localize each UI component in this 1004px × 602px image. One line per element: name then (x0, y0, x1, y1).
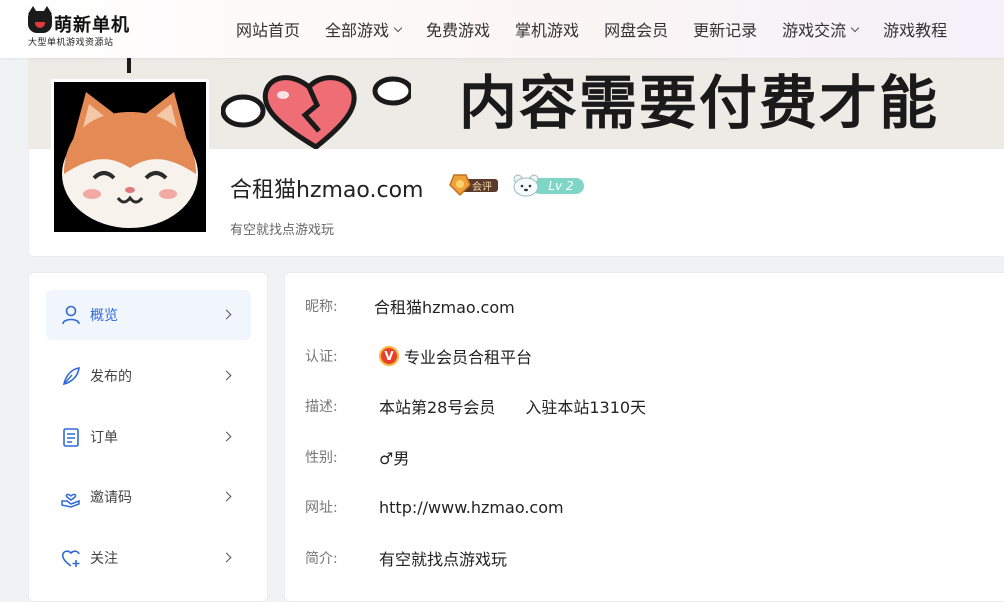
document-icon (60, 426, 82, 448)
member-number: 本站第28号会员 (379, 398, 496, 417)
sidebar-item-label: 概览 (90, 308, 118, 324)
feather-icon (60, 365, 82, 387)
nav-label: 掌机游戏 (515, 21, 580, 40)
sidebar-item-overview[interactable]: 概览 (46, 290, 251, 340)
profile-info-panel: 昵称: 合租猫hzmao.com 认证: V 专业会员合租平台 描述: 本站第2… (284, 272, 1004, 602)
info-row-bio: 简介: 有空就找点游戏玩 (305, 546, 507, 570)
certification-text: 专业会员合租平台 (404, 348, 533, 367)
site-logo[interactable]: 萌新单机 大型单机游戏资源站 (26, 6, 130, 49)
nav-label: 免费游戏 (426, 21, 491, 40)
banner-text: 内容需要付费才能 (459, 69, 940, 137)
info-row-gender: 性别: ♂男 (305, 445, 409, 469)
sidebar-item-orders[interactable]: 订单 (46, 412, 251, 462)
nav-item-changelog[interactable]: 更新记录 (693, 0, 757, 58)
nav-item-home[interactable]: 网站首页 (236, 0, 300, 58)
info-label: 简介: (305, 551, 338, 567)
info-label: 描述: (305, 399, 338, 415)
user-badges: 会评 Lv 2 (442, 173, 584, 197)
info-label: 昵称: (305, 299, 338, 315)
nav-label: 全部游戏 (325, 21, 390, 40)
level-badge[interactable]: Lv 2 (512, 173, 584, 197)
info-row-description: 描述: 本站第28号会员 入驻本站1310天 (305, 394, 646, 418)
chevron-down-icon (850, 23, 860, 32)
sidebar-item-label: 发布的 (90, 369, 132, 385)
info-row-nickname: 昵称: 合租猫hzmao.com (305, 294, 515, 318)
nickname-value: 合租猫hzmao.com (374, 298, 515, 317)
chevron-down-icon (393, 23, 403, 32)
info-label: 认证: (305, 349, 338, 365)
join-duration: 入驻本站1310天 (525, 398, 647, 417)
profile-username: 合租猫hzmao.com (230, 178, 424, 203)
cat-avatar-image (54, 82, 206, 232)
profile-sidebar: 概览 发布的 订单 邀请码 关注 (28, 272, 268, 602)
info-label: 性别: (305, 450, 338, 466)
verified-badge-icon: V (379, 346, 399, 366)
chevron-right-icon (221, 491, 232, 502)
nav-label: 网盘会员 (604, 21, 669, 40)
profile-header-card: 内容需要付费才能 合租猫hzmao.com 会评 Lv 2 有空就找点游戏玩 (28, 40, 1004, 257)
nav-item-community[interactable]: 游戏交流 (782, 0, 860, 58)
profile-motto: 有空就找点游戏玩 (230, 223, 335, 238)
main-nav: 网站首页 全部游戏 免费游戏 掌机游戏 网盘会员 更新记录 游戏交流 游戏教程 (236, 0, 972, 58)
info-label: 网址: (305, 500, 338, 516)
sidebar-item-following[interactable]: 关注 (46, 533, 251, 583)
bio-value: 有空就找点游戏玩 (379, 550, 508, 569)
nav-item-all-games[interactable]: 全部游戏 (325, 0, 403, 58)
user-icon (60, 304, 82, 326)
website-link[interactable]: http://www.hzmao.com (379, 498, 564, 517)
nav-item-free-games[interactable]: 免费游戏 (426, 0, 490, 58)
logo-title: 萌新单机 (54, 15, 130, 36)
chevron-right-icon (221, 431, 232, 442)
logo-subtitle: 大型单机游戏资源站 (28, 38, 114, 48)
gender-value: ♂男 (379, 449, 410, 468)
hand-heart-icon (60, 486, 82, 508)
nav-label: 网站首页 (236, 21, 301, 40)
avatar[interactable] (51, 79, 209, 235)
medal-badge-icon[interactable]: 会评 (442, 173, 500, 197)
chevron-right-icon (221, 552, 232, 563)
nav-label: 更新记录 (693, 21, 758, 40)
polar-bear-icon (513, 174, 539, 197)
cat-face-icon (54, 82, 206, 232)
cat-logo-icon (28, 6, 52, 33)
chevron-right-icon (221, 309, 232, 320)
sidebar-item-label: 订单 (90, 430, 118, 446)
sidebar-item-published[interactable]: 发布的 (46, 351, 251, 401)
sidebar-item-label: 邀请码 (90, 490, 132, 506)
medal-text: 会评 (472, 182, 492, 193)
nav-item-tutorials[interactable]: 游戏教程 (883, 0, 947, 58)
description-value: 本站第28号会员 入驻本站1310天 (379, 394, 646, 418)
nav-item-handheld-games[interactable]: 掌机游戏 (515, 0, 579, 58)
chevron-right-icon (221, 370, 232, 381)
nav-item-cloud-membership[interactable]: 网盘会员 (604, 0, 668, 58)
heart-plus-icon (60, 547, 82, 569)
info-row-certification: 认证: V 专业会员合租平台 (305, 344, 532, 368)
info-row-website: 网址: http://www.hzmao.com (305, 495, 564, 519)
sidebar-item-label: 关注 (90, 551, 118, 567)
top-navbar: 萌新单机 大型单机游戏资源站 网站首页 全部游戏 免费游戏 掌机游戏 网盘会员 … (0, 0, 1004, 58)
sidebar-item-invite-code[interactable]: 邀请码 (46, 472, 251, 522)
nav-label: 游戏教程 (883, 21, 948, 40)
nav-label: 游戏交流 (782, 21, 847, 40)
broken-heart-icon (221, 75, 411, 149)
certification-value: V 专业会员合租平台 (379, 344, 532, 368)
